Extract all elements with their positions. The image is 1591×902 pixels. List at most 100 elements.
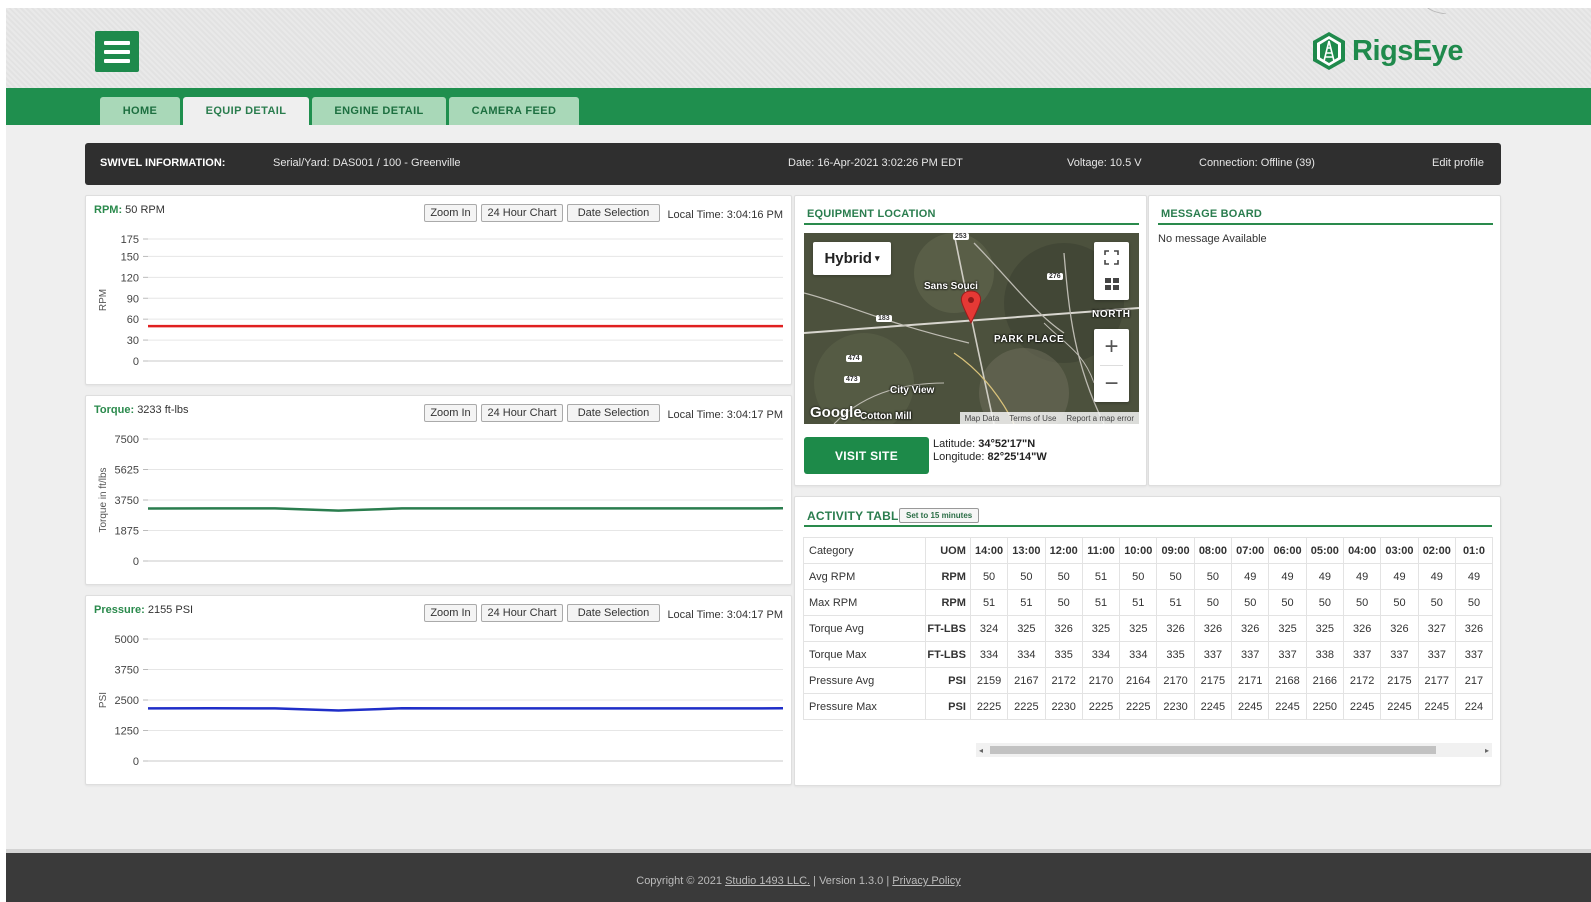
longitude-value: 82°25'14"W (987, 451, 1047, 463)
message-board-title: MESSAGE BOARD (1161, 208, 1262, 220)
table-cell: 334 (1081, 641, 1121, 668)
tab-equip-detail[interactable]: EQUIP DETAIL (183, 97, 309, 125)
y-tick-label: 3750 (115, 495, 139, 507)
table-cell: 2245 (1342, 693, 1382, 720)
hour-header: 10:00 (1119, 537, 1158, 564)
table-cell: 50 (1119, 563, 1158, 590)
table-cell: 326 (1193, 615, 1233, 642)
scrollbar-thumb[interactable] (990, 746, 1436, 754)
report-map-error-link[interactable]: Report a map error (1066, 414, 1134, 423)
y-tick-label: 30 (127, 335, 139, 347)
table-cell: 326 (1156, 615, 1195, 642)
table-cell: 217 (1454, 667, 1493, 694)
table-cell: 337 (1193, 641, 1233, 668)
y-tick-label: 2500 (115, 695, 139, 707)
table-cell: 337 (1231, 641, 1270, 668)
table-cell: 337 (1454, 641, 1493, 668)
visit-site-button[interactable]: VISIT SITE (804, 437, 929, 474)
hamburger-menu-button[interactable] (95, 31, 139, 72)
table-cell: 2225 (1119, 693, 1158, 720)
table-cell: 2170 (1081, 667, 1121, 694)
row-uom: PSI (925, 667, 971, 694)
tab-engine-detail[interactable]: ENGINE DETAIL (312, 97, 446, 125)
tab-home[interactable]: HOME (100, 97, 180, 125)
table-row: Pressure Max PSI 2225 2225 2230 2225 2225 2230 2… (802, 693, 1493, 720)
edit-profile-link[interactable]: Edit profile (1432, 157, 1484, 169)
row-category: Avg RPM (802, 563, 927, 590)
y-tick-label: 60 (127, 314, 139, 326)
y-tick-label: 1875 (115, 526, 139, 538)
table-row: Torque Max FT-LBS 334 334 335 334 334 335 337 337… (802, 641, 1493, 668)
hour-header: 02:00 (1417, 537, 1456, 564)
table-cell: 2170 (1156, 667, 1195, 694)
zoom-in-icon[interactable]: + (1094, 329, 1129, 365)
table-cell: 2166 (1305, 667, 1344, 694)
privacy-policy-link[interactable]: Privacy Policy (892, 875, 960, 887)
section-rule (1158, 223, 1493, 225)
hour-header: 01:0 (1454, 537, 1493, 564)
road-badge: 474 (846, 355, 862, 362)
pressure-chart-panel: Pressure: 2155 PSI Zoom In 24 Hour Chart… (85, 595, 792, 785)
table-row: Avg RPM RPM 50 50 50 51 50 50 50 49 49 49 49 49 49 49 (802, 563, 1493, 590)
section-rule (804, 223, 1139, 225)
y-axis-label: RPM (98, 289, 109, 311)
y-axis-label: PSI (98, 692, 109, 708)
zoom-out-icon[interactable]: − (1094, 366, 1129, 402)
table-cell: 327 (1417, 615, 1456, 642)
hour-header: 06:00 (1268, 537, 1307, 564)
company-link[interactable]: Studio 1493 LLC. (725, 875, 810, 887)
y-tick-label: 0 (133, 356, 139, 368)
section-rule (804, 525, 1492, 527)
road-badge: 473 (844, 376, 860, 383)
y-tick-label: 3750 (115, 665, 139, 677)
location-map[interactable]: Hybrid ▾ + − Sans Souci PARK PLACE NORTH … (804, 233, 1139, 424)
copyright-text: Copyright © 2021 (636, 875, 723, 887)
table-cell: 2168 (1268, 667, 1307, 694)
table-cell: 51 (1119, 589, 1158, 616)
table-cell: 334 (969, 641, 1009, 668)
table-cell: 50 (1007, 563, 1046, 590)
table-cell: 2245 (1268, 693, 1307, 720)
scroll-left-icon[interactable]: ◂ (979, 746, 983, 755)
page: RigsEye HOME EQUIP DETAIL ENGINE DETAIL … (6, 8, 1591, 902)
longitude-label: Longitude: (933, 451, 985, 463)
table-cell: 2172 (1342, 667, 1382, 694)
hour-header: 13:00 (1007, 537, 1046, 564)
scroll-right-icon[interactable]: ▸ (1485, 746, 1489, 755)
table-cell: 50 (1193, 563, 1233, 590)
horizontal-scrollbar[interactable]: ◂ ▸ (976, 743, 1492, 757)
caret-down-icon: ▾ (874, 253, 880, 263)
row-uom: PSI (925, 693, 971, 720)
terms-of-use-link[interactable]: Terms of Use (1009, 414, 1056, 423)
table-cell: 2245 (1193, 693, 1233, 720)
hour-header: 14:00 (969, 537, 1009, 564)
brand-name: RigsEye (1352, 34, 1463, 67)
y-tick-label: 90 (127, 293, 139, 305)
table-cell: 335 (1044, 641, 1083, 668)
table-cell: 2230 (1156, 693, 1195, 720)
hour-header: 09:00 (1156, 537, 1195, 564)
version-text: | Version 1.3.0 | (813, 875, 890, 887)
interval-button[interactable]: Set to 15 minutes (899, 508, 980, 523)
row-uom: FT-LBS (925, 615, 971, 642)
header: RigsEye (6, 8, 1591, 88)
map-type-dropdown[interactable]: Hybrid ▾ (813, 242, 891, 275)
fullscreen-icon[interactable] (1094, 242, 1129, 300)
rigseye-logo[interactable]: RigsEye (1309, 30, 1463, 72)
table-cell: 326 (1380, 615, 1419, 642)
y-tick-label: 120 (121, 272, 139, 284)
table-cell: 324 (969, 615, 1009, 642)
y-tick-label: 150 (121, 251, 139, 263)
table-cell: 2171 (1231, 667, 1270, 694)
table-cell: 224 (1454, 693, 1493, 720)
no-message-text: No message Available (1158, 233, 1267, 245)
tab-camera-feed[interactable]: CAMERA FEED (449, 97, 579, 125)
table-cell: 2225 (1081, 693, 1121, 720)
table-cell: 334 (1007, 641, 1046, 668)
map-label: Sans Souci (924, 281, 978, 292)
activity-table-title: ACTIVITY TABLE (807, 509, 907, 523)
pressure-chart: 0 1250 2500 3750 5000 PSI (98, 634, 784, 768)
row-uom: FT-LBS (925, 641, 971, 668)
table-cell: 49 (1231, 563, 1270, 590)
map-data-link[interactable]: Map Data (965, 414, 1000, 423)
